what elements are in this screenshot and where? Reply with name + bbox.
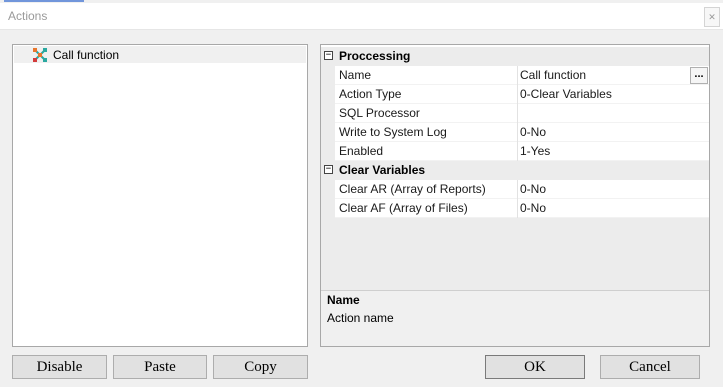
row-gutter bbox=[321, 199, 335, 218]
property-row-action-type[interactable]: Action Type 0-Clear Variables bbox=[321, 85, 709, 104]
property-grid[interactable]: − Proccessing Name Call function ... Act… bbox=[320, 44, 710, 347]
property-name: SQL Processor bbox=[339, 106, 420, 120]
window-titlebar: Actions ✕ bbox=[0, 3, 723, 30]
row-gutter bbox=[321, 142, 335, 161]
paste-button[interactable]: Paste bbox=[113, 355, 207, 379]
row-gutter bbox=[321, 104, 335, 123]
collapse-icon[interactable]: − bbox=[324, 165, 333, 174]
property-value[interactable]: 0-Clear Variables bbox=[520, 85, 690, 104]
help-title: Name bbox=[327, 293, 360, 307]
cancel-button[interactable]: Cancel bbox=[600, 355, 700, 379]
property-row-name[interactable]: Name Call function ... bbox=[321, 66, 709, 85]
row-gutter bbox=[321, 85, 335, 104]
property-help-panel: Name Action name bbox=[321, 290, 709, 346]
column-separator bbox=[517, 142, 518, 161]
column-separator bbox=[517, 180, 518, 199]
close-icon[interactable]: ✕ bbox=[704, 7, 720, 27]
category-proccessing[interactable]: − Proccessing bbox=[321, 47, 709, 66]
actions-tree[interactable]: Call function bbox=[12, 44, 308, 347]
property-name: Write to System Log bbox=[339, 125, 447, 139]
column-separator bbox=[517, 123, 518, 142]
row-gutter bbox=[321, 180, 335, 199]
top-strip-accent bbox=[4, 0, 84, 2]
row-gutter bbox=[321, 123, 335, 142]
copy-button[interactable]: Copy bbox=[213, 355, 308, 379]
property-name: Action Type bbox=[339, 87, 402, 101]
column-separator bbox=[517, 199, 518, 218]
function-node-icon bbox=[33, 48, 47, 62]
property-row-write-to-system-log[interactable]: Write to System Log 0-No bbox=[321, 123, 709, 142]
property-name: Clear AF (Array of Files) bbox=[339, 201, 468, 215]
property-row-clear-af[interactable]: Clear AF (Array of Files) 0-No bbox=[321, 199, 709, 218]
column-separator bbox=[517, 104, 518, 123]
column-separator bbox=[517, 85, 518, 104]
row-gutter bbox=[321, 66, 335, 85]
property-value[interactable]: Call function bbox=[520, 66, 690, 85]
collapse-icon[interactable]: − bbox=[324, 51, 333, 60]
property-grid-body: − Proccessing Name Call function ... Act… bbox=[321, 45, 709, 331]
property-value[interactable]: 0-No bbox=[520, 180, 690, 199]
property-row-enabled[interactable]: Enabled 1-Yes bbox=[321, 142, 709, 161]
disable-button[interactable]: Disable bbox=[12, 355, 107, 379]
property-value[interactable]: 0-No bbox=[520, 199, 690, 218]
property-name: Name bbox=[339, 68, 372, 82]
tree-item-call-function[interactable]: Call function bbox=[14, 46, 306, 63]
help-description: Action name bbox=[327, 311, 394, 325]
category-label: Clear Variables bbox=[339, 163, 426, 177]
property-value[interactable] bbox=[520, 104, 690, 123]
window-title: Actions bbox=[8, 9, 48, 23]
category-label: Proccessing bbox=[339, 49, 411, 63]
category-clear-variables[interactable]: − Clear Variables bbox=[321, 161, 709, 180]
column-separator bbox=[517, 66, 518, 85]
property-name: Clear AR (Array of Reports) bbox=[339, 182, 486, 196]
ellipsis-button[interactable]: ... bbox=[690, 67, 708, 84]
property-row-sql-processor[interactable]: SQL Processor bbox=[321, 104, 709, 123]
property-value[interactable]: 1-Yes bbox=[520, 142, 690, 161]
tree-item-label: Call function bbox=[53, 48, 120, 62]
property-name: Enabled bbox=[339, 144, 384, 158]
property-value[interactable]: 0-No bbox=[520, 123, 690, 142]
ok-button[interactable]: OK bbox=[485, 355, 585, 379]
property-row-clear-ar[interactable]: Clear AR (Array of Reports) 0-No bbox=[321, 180, 709, 199]
